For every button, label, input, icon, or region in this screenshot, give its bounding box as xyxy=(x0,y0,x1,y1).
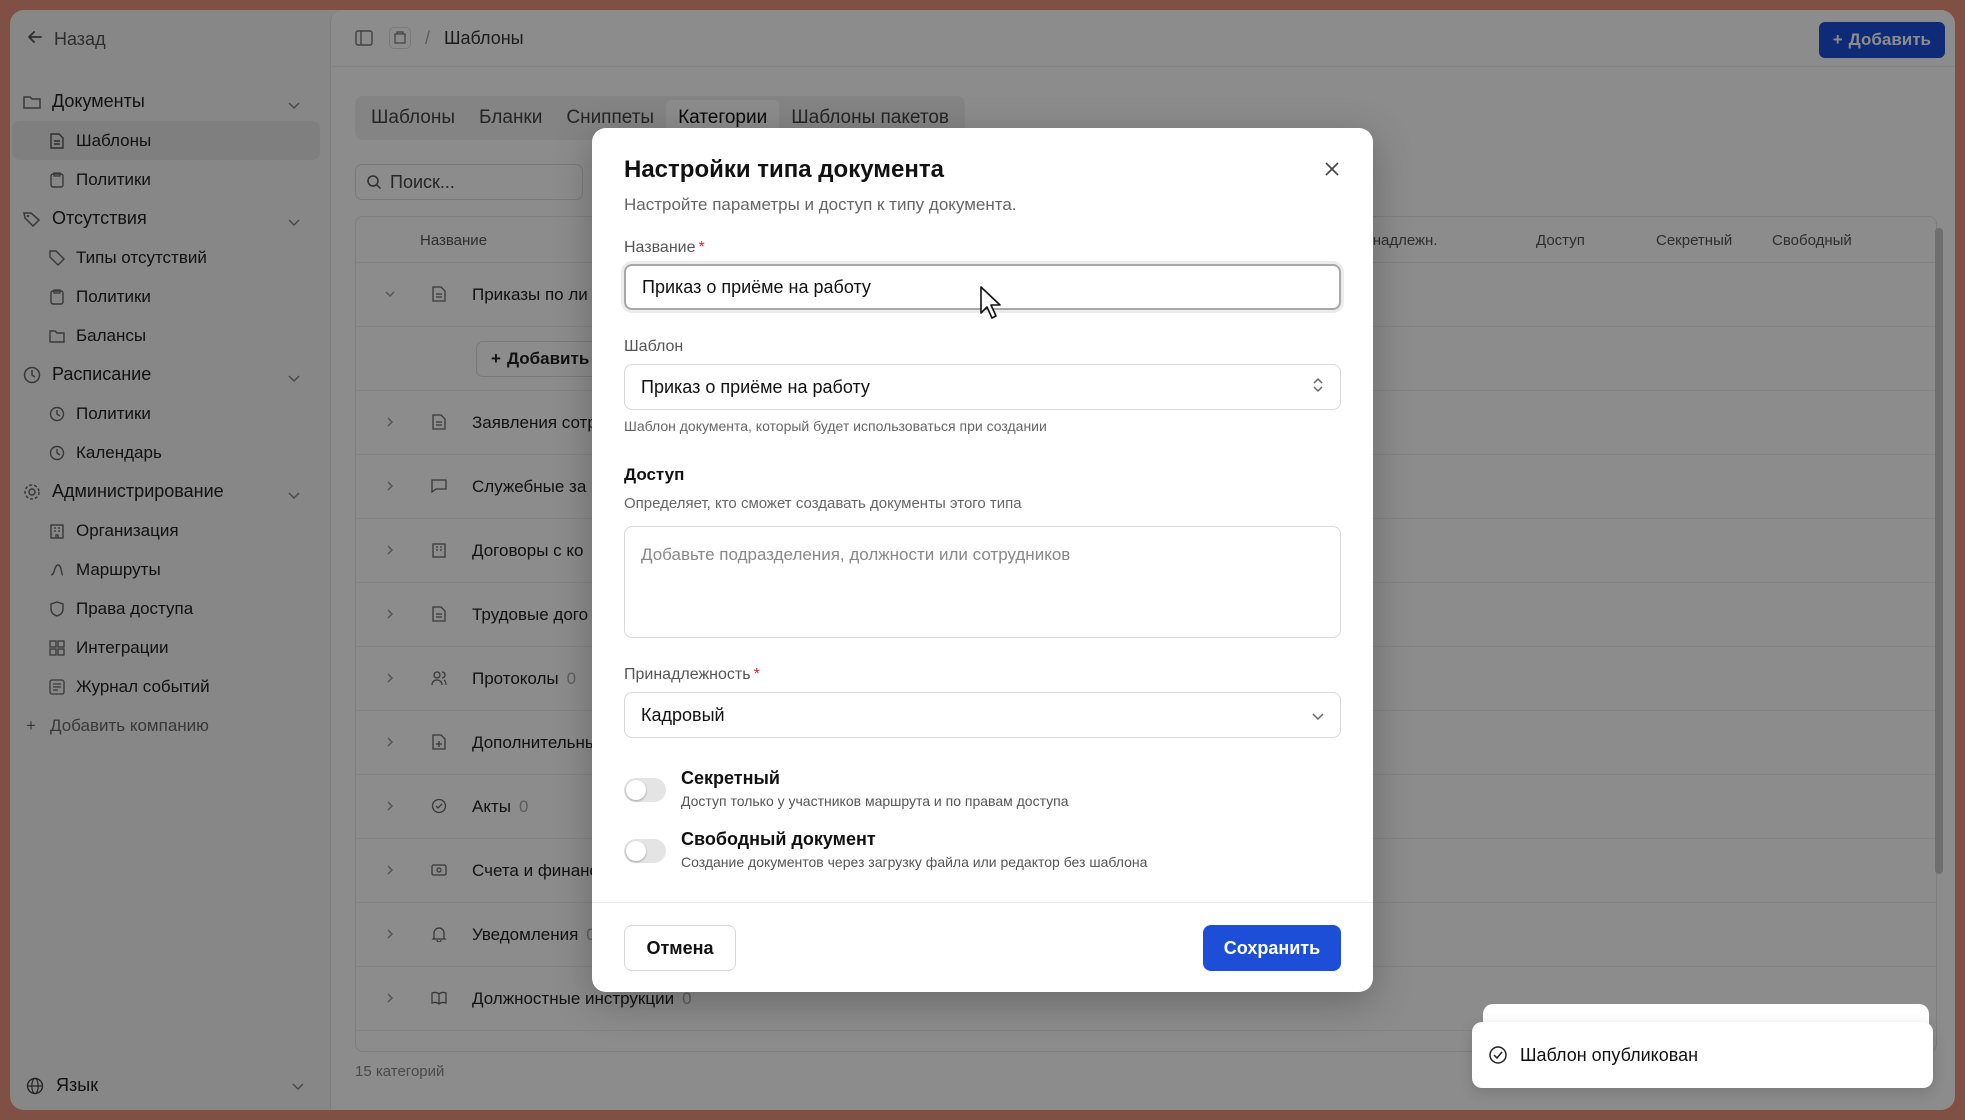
belonging-label: Принадлежность * xyxy=(624,666,760,683)
secret-title: Секретный xyxy=(681,768,780,788)
name-label: Название * xyxy=(624,239,705,256)
cancel-button[interactable]: Отмена xyxy=(624,925,736,971)
template-hint: Шаблон документа, который будет использо… xyxy=(624,418,1047,434)
access-input[interactable]: Добавьте подразделения, должности или со… xyxy=(624,526,1341,638)
dialog-title: Настройки типа документа xyxy=(624,156,944,183)
access-hint: Определяет, кто сможет создавать докумен… xyxy=(624,495,1022,512)
template-select-value: Приказ о приёме на работу xyxy=(641,376,870,397)
chevron-down-icon xyxy=(1312,705,1324,726)
toast-message: Шаблон опубликован xyxy=(1520,1044,1699,1065)
name-field-value: Приказ о приёме на работу xyxy=(642,276,871,297)
dialog-divider xyxy=(592,902,1373,903)
close-icon[interactable] xyxy=(1321,158,1343,180)
secret-toggle-row: Секретный Доступ только у участников мар… xyxy=(624,768,1341,818)
document-type-settings-dialog: Настройки типа документа Настройте парам… xyxy=(592,128,1373,992)
access-placeholder: Добавьте подразделения, должности или со… xyxy=(641,545,1071,564)
secret-toggle[interactable] xyxy=(624,778,666,802)
mouse-cursor-icon xyxy=(978,285,1002,326)
secret-description: Доступ только у участников маршрута и по… xyxy=(681,793,1069,809)
free-document-toggle-row: Свободный документ Создание документов ч… xyxy=(624,829,1341,879)
template-select[interactable]: Приказ о приёме на работу xyxy=(624,364,1341,410)
free-document-title: Свободный документ xyxy=(681,829,876,849)
check-circle-icon xyxy=(1488,1045,1508,1065)
belonging-select[interactable]: Кадровый xyxy=(624,692,1341,738)
required-mark: * xyxy=(753,666,760,683)
free-document-toggle[interactable] xyxy=(624,839,666,863)
required-mark: * xyxy=(698,239,705,256)
chevron-up-down-icon xyxy=(1312,377,1324,398)
free-document-description: Создание документов через загрузку файла… xyxy=(681,854,1148,870)
belonging-select-value: Кадровый xyxy=(641,704,725,725)
dialog-subtitle: Настройте параметры и доступ к типу доку… xyxy=(624,195,1017,214)
access-label: Доступ xyxy=(624,465,685,484)
toast-notification: Шаблон опубликован xyxy=(1472,1022,1933,1088)
template-label: Шаблон xyxy=(624,338,684,355)
save-button[interactable]: Сохранить xyxy=(1203,925,1341,971)
